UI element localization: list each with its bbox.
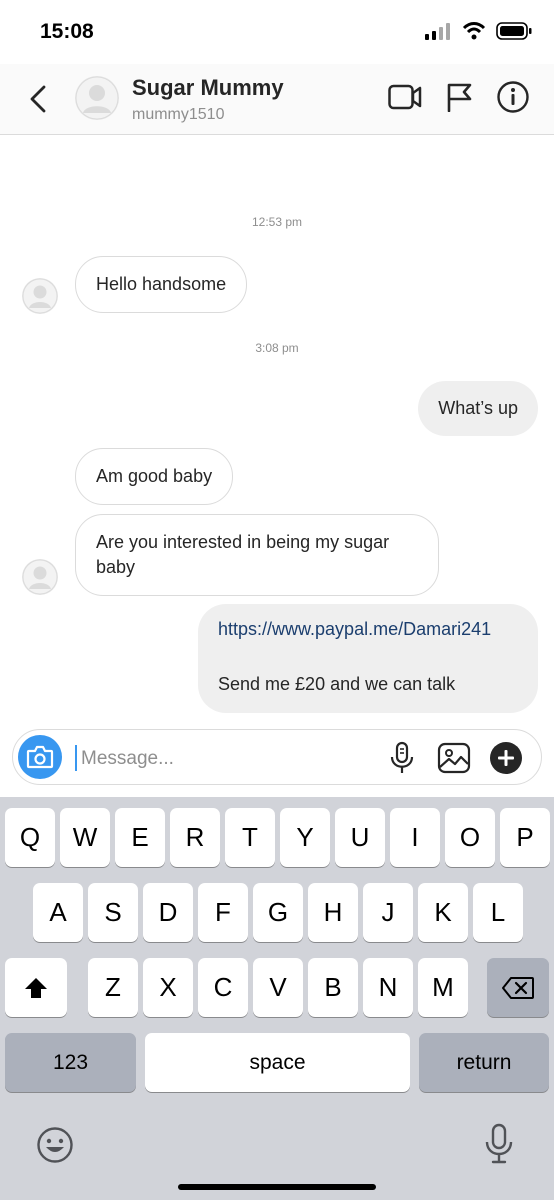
key-r[interactable]: R — [170, 808, 220, 867]
shift-key[interactable] — [5, 958, 67, 1017]
contact-avatar[interactable] — [75, 76, 119, 120]
key-u[interactable]: U — [335, 808, 385, 867]
key-v[interactable]: V — [253, 958, 303, 1017]
default-avatar-icon — [22, 278, 58, 314]
emoji-button[interactable] — [36, 1126, 74, 1169]
dictation-button[interactable] — [484, 1123, 514, 1170]
status-icons — [424, 22, 532, 40]
plus-icon — [490, 742, 522, 774]
battery-icon — [496, 22, 532, 40]
signal-icon — [425, 23, 450, 40]
sender-avatar[interactable] — [22, 278, 58, 314]
message-thread[interactable]: 12:53 pm Hello handsome 3:08 pm What’s u… — [0, 135, 554, 725]
key-m[interactable]: M — [418, 958, 468, 1017]
numbers-key[interactable]: 123 — [5, 1033, 136, 1092]
composer-actions — [385, 741, 523, 775]
key-i[interactable]: I — [390, 808, 440, 867]
info-button[interactable] — [496, 80, 530, 114]
timestamp: 12:53 pm — [251, 215, 303, 229]
key-b[interactable]: B — [308, 958, 358, 1017]
chat-header: Sugar Mummy mummy1510 — [0, 64, 554, 135]
camera-button[interactable] — [18, 735, 62, 779]
text-caret — [75, 745, 77, 771]
contact-name[interactable]: Sugar Mummy — [132, 75, 284, 101]
back-chevron-icon — [30, 85, 46, 113]
default-avatar-icon — [22, 559, 58, 595]
key-g[interactable]: G — [253, 883, 303, 942]
space-key[interactable]: space — [145, 1033, 410, 1092]
message-text: Are you interested in being my sugar bab… — [96, 532, 390, 577]
voice-message-button[interactable] — [385, 741, 419, 775]
key-q[interactable]: Q — [5, 808, 55, 867]
gallery-icon — [437, 742, 471, 774]
message-input[interactable] — [79, 742, 383, 776]
key-t[interactable]: T — [225, 808, 275, 867]
home-indicator[interactable] — [178, 1184, 376, 1190]
key-h[interactable]: H — [308, 883, 358, 942]
key-o[interactable]: O — [445, 808, 495, 867]
status-bar: 15:08 — [0, 0, 554, 64]
key-x[interactable]: X — [143, 958, 193, 1017]
microphone-icon — [390, 741, 414, 773]
message-link[interactable]: https://www.paypal.me/Damari241 — [218, 617, 518, 642]
video-call-button[interactable] — [388, 80, 422, 114]
message-text: Hello handsome — [96, 274, 227, 294]
sender-avatar[interactable] — [22, 559, 58, 595]
key-s[interactable]: S — [88, 883, 138, 942]
key-d[interactable]: D — [143, 883, 193, 942]
key-l[interactable]: L — [473, 883, 523, 942]
header-actions — [388, 80, 530, 114]
return-key[interactable]: return — [419, 1033, 549, 1092]
key-n[interactable]: N — [363, 958, 413, 1017]
emoji-icon — [37, 1127, 73, 1163]
message-bubble-incoming[interactable]: Are you interested in being my sugar bab… — [75, 514, 439, 596]
timestamp: 3:08 pm — [255, 341, 299, 355]
dictation-icon — [485, 1123, 513, 1164]
message-text: What’s up — [438, 398, 518, 418]
delete-icon — [502, 976, 534, 999]
status-time: 15:08 — [40, 20, 94, 43]
key-c[interactable]: C — [198, 958, 248, 1017]
key-z[interactable]: Z — [88, 958, 138, 1017]
report-button[interactable] — [442, 80, 476, 114]
delete-key[interactable] — [487, 958, 549, 1017]
message-composer — [12, 729, 542, 785]
camera-icon — [26, 745, 54, 769]
gallery-button[interactable] — [437, 741, 471, 775]
message-bubble-outgoing[interactable]: https://www.paypal.me/Damari241 Send me … — [198, 604, 538, 713]
more-options-button[interactable] — [489, 741, 523, 775]
key-w[interactable]: W — [60, 808, 110, 867]
message-bubble-outgoing[interactable]: What’s up — [418, 381, 538, 436]
message-text: Send me £20 and we can talk — [218, 674, 456, 694]
key-f[interactable]: F — [198, 883, 248, 942]
keyboard: Q W E R T Y U I O P A S D F G H J K L Z … — [0, 797, 554, 1200]
key-j[interactable]: J — [363, 883, 413, 942]
info-icon — [497, 81, 529, 113]
wifi-icon — [462, 22, 486, 40]
key-y[interactable]: Y — [280, 808, 330, 867]
key-a[interactable]: A — [33, 883, 83, 942]
message-bubble-incoming[interactable]: Hello handsome — [75, 256, 248, 313]
video-call-icon — [388, 84, 422, 110]
default-avatar-icon — [75, 76, 119, 120]
key-e[interactable]: E — [115, 808, 165, 867]
message-text: Am good baby — [96, 466, 213, 486]
key-k[interactable]: K — [418, 883, 468, 942]
flag-icon — [447, 83, 472, 112]
key-p[interactable]: P — [500, 808, 550, 867]
back-button[interactable] — [24, 82, 54, 116]
contact-username[interactable]: mummy1510 — [132, 106, 224, 124]
message-bubble-incoming[interactable]: Am good baby — [75, 448, 234, 505]
shift-icon — [25, 977, 47, 998]
